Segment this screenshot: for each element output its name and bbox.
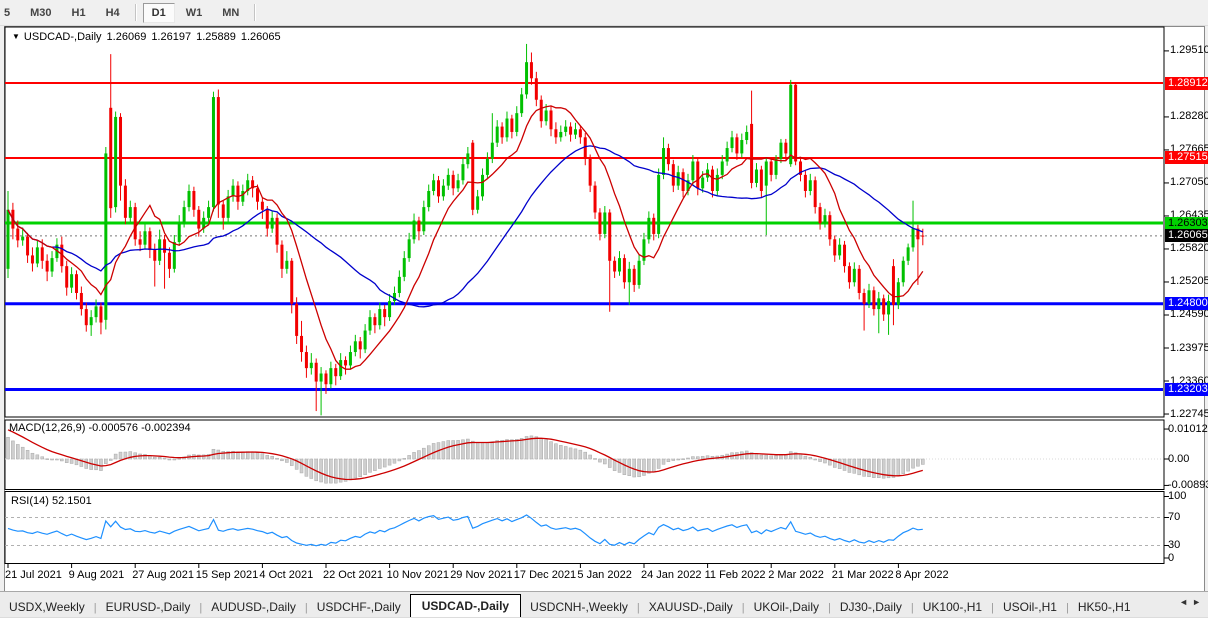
date-axis-label: 21 Mar 2022 [831, 569, 894, 581]
price-axis-label: 1.28280 [1170, 110, 1208, 123]
price-level-badge: 1.27515 [1165, 151, 1208, 165]
tab-ukoil-daily[interactable]: UKOil-,Daily [745, 596, 828, 617]
tab-usdcad-daily[interactable]: USDCAD-,Daily [409, 594, 522, 617]
date-axis-label: 8 Apr 2022 [895, 569, 949, 581]
price-level-badge: 1.24800 [1165, 297, 1208, 311]
rsi-axis-label: 70 [1168, 511, 1181, 523]
chart-symbol-title: ▼ USDCAD-,Daily 1.26069 1.26197 1.25889 1.260… [12, 31, 281, 43]
symbol-name: USDCAD-,Daily [23, 31, 102, 43]
price-level-badge: 1.26303 [1165, 216, 1208, 230]
date-axis-label: 11 Feb 2022 [704, 569, 766, 581]
date-axis-label: 22 Oct 2021 [323, 569, 383, 581]
tab-usdcnh-weekly[interactable]: USDCNH-,Weekly [521, 596, 637, 617]
tab-eurusd-daily[interactable]: EURUSD-,Daily [97, 596, 200, 617]
price-level-badge: 1.28912 [1165, 76, 1208, 90]
current-price-badge: 1.26065 [1165, 229, 1208, 243]
date-axis-label: 17 Dec 2021 [513, 569, 577, 581]
rsi-axis-label: 30 [1168, 539, 1181, 551]
tab-xauusd-daily[interactable]: XAUUSD-,Daily [640, 596, 742, 617]
tab-usdx-weekly[interactable]: USDX,Weekly [0, 596, 94, 617]
date-axis-label: 9 Aug 2021 [68, 569, 125, 581]
ohlc-low: 1.25889 [196, 31, 236, 43]
date-axis-label: 10 Nov 2021 [386, 569, 449, 581]
tab-audusd-daily[interactable]: AUDUSD-,Daily [202, 596, 305, 617]
price-axis-label: 1.24590 [1170, 308, 1208, 321]
tab-dj30-daily[interactable]: DJ30-,Daily [831, 596, 911, 617]
price-axis-label: 1.22745 [1170, 407, 1208, 420]
rsi-axis-label: 100 [1168, 490, 1187, 502]
price-level-badge: 1.23203 [1165, 382, 1208, 396]
date-axis-label: 2 Mar 2022 [768, 569, 824, 581]
date-axis-label: 15 Sep 2021 [195, 569, 259, 581]
price-axis-label: 1.25820 [1170, 242, 1208, 255]
tab-usdchf-daily[interactable]: USDCHF-,Daily [308, 596, 410, 617]
price-chart-canvas[interactable] [0, 0, 1208, 618]
macd-indicator-label: MACD(12,26,9) -0.000576 -0.002394 [9, 422, 191, 434]
price-axis-label: 1.23975 [1170, 341, 1208, 354]
date-axis-label: 4 Oct 2021 [259, 569, 314, 581]
tab-uk100-h1[interactable]: UK100-,H1 [914, 596, 991, 617]
tab-scroll-arrows[interactable]: ◄► [1179, 597, 1205, 607]
chevron-down-icon: ▼ [12, 32, 20, 41]
trading-platform-window: 5 M30 H1 H4 D1 W1 MN ▼ USDCAD-,Daily 1.26069 1.26… [0, 0, 1208, 618]
date-axis-label: 5 Jan 2022 [577, 569, 632, 581]
macd-axis-label: 0.00 [1168, 452, 1190, 465]
price-axis-label: 1.27050 [1170, 176, 1208, 189]
tab-usoil-h1[interactable]: USOil-,H1 [994, 596, 1066, 617]
rsi-axis-label: 0 [1168, 551, 1175, 564]
ohlc-open: 1.26069 [106, 31, 147, 43]
symbol-tab-bar: USDX,Weekly | EURUSD-,Daily | AUDUSD-,Daily |… [0, 591, 1208, 617]
date-axis-label: 24 Jan 2022 [641, 569, 702, 581]
rsi-indicator-label: RSI(14) 52.1501 [11, 495, 92, 507]
ohlc-close: 1.26065 [240, 31, 281, 43]
tab-hk50-h1[interactable]: HK50-,H1 [1069, 596, 1140, 617]
price-axis-label: 1.29510 [1170, 44, 1208, 57]
macd-axis-label: 0.010127 [1168, 422, 1208, 435]
date-axis-label: 29 Nov 2021 [450, 569, 513, 581]
price-axis-label: 1.25205 [1170, 275, 1208, 288]
ohlc-high: 1.26197 [151, 31, 192, 43]
date-axis-label: 27 Aug 2021 [132, 569, 194, 581]
date-axis-label: 21 Jul 2021 [5, 569, 62, 581]
